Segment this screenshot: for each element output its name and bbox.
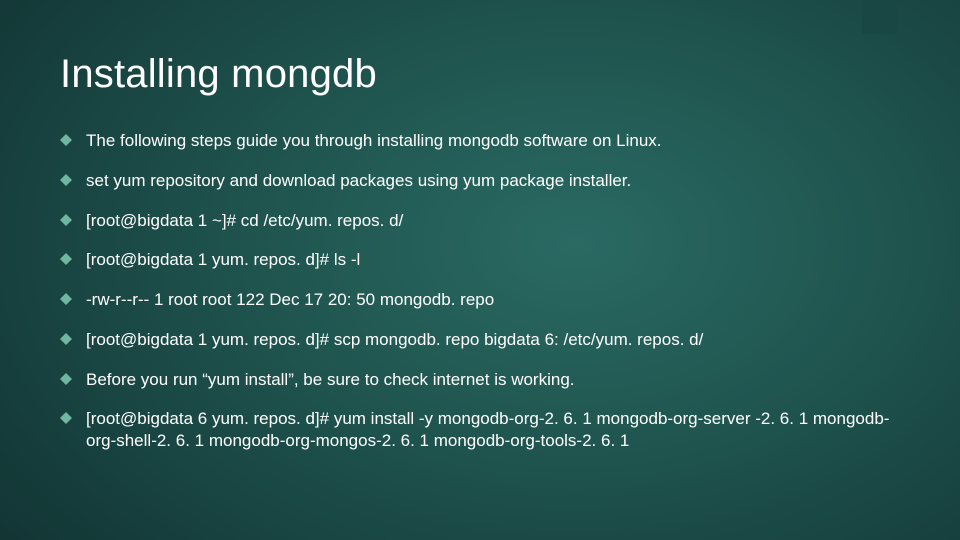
diamond-bullet-icon: [60, 253, 72, 265]
bullet-list: The following steps guide you through in…: [60, 130, 896, 470]
diamond-bullet-icon: [60, 412, 72, 424]
list-item-text: The following steps guide you through in…: [86, 130, 896, 152]
list-item-text: [root@bigdata 1 ~]# cd /etc/yum. repos. …: [86, 210, 896, 232]
list-item: The following steps guide you through in…: [60, 130, 896, 152]
slide-title: Installing mongdb: [60, 52, 377, 97]
list-item: Before you run “yum install”, be sure to…: [60, 369, 896, 391]
list-item: [root@bigdata 1 yum. repos. d]# ls -l: [60, 249, 896, 271]
diamond-bullet-icon: [60, 134, 72, 146]
list-item: [root@bigdata 1 ~]# cd /etc/yum. repos. …: [60, 210, 896, 232]
list-item-text: Before you run “yum install”, be sure to…: [86, 369, 896, 391]
list-item-text: [root@bigdata 1 yum. repos. d]# scp mong…: [86, 329, 896, 351]
list-item: set yum repository and download packages…: [60, 170, 896, 192]
diamond-bullet-icon: [60, 373, 72, 385]
corner-accent: [862, 0, 898, 34]
list-item-text: [root@bigdata 1 yum. repos. d]# ls -l: [86, 249, 896, 271]
list-item-text: set yum repository and download packages…: [86, 170, 896, 192]
list-item: -rw-r--r-- 1 root root 122 Dec 17 20: 50…: [60, 289, 896, 311]
diamond-bullet-icon: [60, 293, 72, 305]
diamond-bullet-icon: [60, 333, 72, 345]
slide: Installing mongdb The following steps gu…: [0, 0, 960, 540]
list-item: [root@bigdata 1 yum. repos. d]# scp mong…: [60, 329, 896, 351]
list-item: [root@bigdata 6 yum. repos. d]# yum inst…: [60, 408, 896, 452]
diamond-bullet-icon: [60, 174, 72, 186]
list-item-text: -rw-r--r-- 1 root root 122 Dec 17 20: 50…: [86, 289, 896, 311]
diamond-bullet-icon: [60, 214, 72, 226]
list-item-text: [root@bigdata 6 yum. repos. d]# yum inst…: [86, 408, 896, 452]
